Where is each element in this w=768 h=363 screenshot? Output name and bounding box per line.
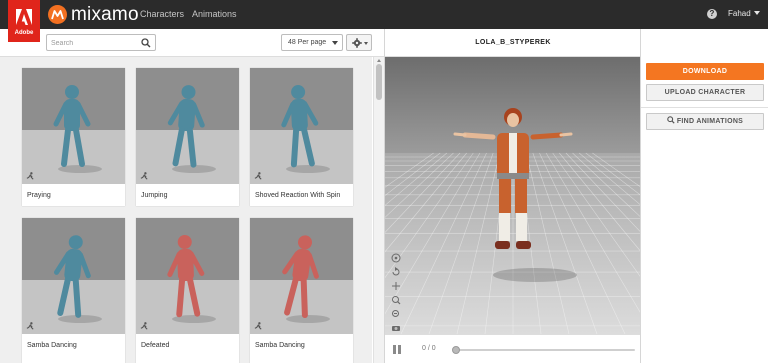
download-button[interactable]: DOWNLOAD bbox=[646, 63, 764, 80]
divider bbox=[641, 107, 768, 108]
running-figure-icon bbox=[140, 322, 148, 330]
animation-card[interactable]: Praying bbox=[22, 68, 125, 206]
playback-bar: 0 / 0 bbox=[385, 334, 641, 363]
zoom-out-icon[interactable] bbox=[391, 309, 401, 319]
animation-name: Praying bbox=[27, 192, 51, 199]
gamepad-icon[interactable] bbox=[391, 253, 401, 263]
running-figure-icon bbox=[254, 172, 262, 180]
animation-thumbnail[interactable] bbox=[22, 218, 125, 334]
mixamo-logo-icon[interactable] bbox=[48, 5, 67, 24]
user-menu[interactable]: Fahad bbox=[728, 9, 760, 18]
scrollbar-thumb[interactable] bbox=[376, 64, 382, 100]
animation-card[interactable]: Defeated bbox=[136, 218, 239, 363]
settings-dropdown-button[interactable] bbox=[346, 34, 372, 51]
animation-thumbnail[interactable] bbox=[250, 68, 353, 184]
upload-character-button[interactable]: UPLOAD CHARACTER bbox=[646, 84, 764, 101]
running-figure-icon bbox=[140, 172, 148, 180]
timeline-track[interactable] bbox=[455, 349, 635, 351]
camera-icon[interactable] bbox=[391, 323, 401, 333]
running-figure-icon bbox=[26, 322, 34, 330]
pause-button[interactable] bbox=[393, 345, 401, 354]
chevron-down-icon bbox=[364, 42, 368, 45]
animation-name: Samba Dancing bbox=[27, 342, 77, 349]
per-page-select[interactable]: 48 Per page bbox=[281, 34, 343, 51]
adobe-logo[interactable]: Adobe bbox=[8, 0, 40, 42]
running-figure-icon bbox=[254, 322, 262, 330]
scroll-up-arrow-icon[interactable] bbox=[377, 59, 381, 62]
top-bar: Adobe mixamo Characters Animations ? Fah… bbox=[0, 0, 768, 42]
browser-toolbar: 48 Per page bbox=[0, 29, 384, 57]
animation-thumbnail[interactable] bbox=[136, 218, 239, 334]
gear-icon bbox=[352, 38, 362, 48]
animation-name: Samba Dancing bbox=[255, 342, 305, 349]
animation-name: Shoved Reaction With Spin bbox=[255, 192, 341, 199]
find-animations-label: FIND ANIMATIONS bbox=[676, 118, 744, 125]
animation-thumbnail[interactable] bbox=[250, 218, 353, 334]
zoom-in-icon[interactable] bbox=[391, 295, 401, 305]
stage-scene bbox=[385, 57, 641, 334]
character-name: LOLA_B_STYPEREK bbox=[385, 29, 641, 57]
find-animations-button[interactable]: FIND ANIMATIONS bbox=[646, 113, 764, 130]
help-icon[interactable]: ? bbox=[707, 9, 717, 19]
animation-card[interactable]: Samba Dancing bbox=[250, 218, 353, 363]
search-icon bbox=[667, 116, 675, 124]
animation-browser: 48 Per page Praying Jumping Shoved Reactio… bbox=[0, 29, 384, 363]
animation-thumbnail[interactable] bbox=[136, 68, 239, 184]
rotate-icon[interactable] bbox=[391, 267, 401, 277]
actions-panel: DOWNLOAD UPLOAD CHARACTER FIND ANIMATION… bbox=[640, 29, 768, 363]
animation-card[interactable]: Samba Dancing bbox=[22, 218, 125, 363]
chevron-down-icon bbox=[332, 41, 338, 45]
search-box bbox=[46, 34, 156, 51]
chevron-down-icon bbox=[753, 11, 760, 15]
timeline-scrubber[interactable] bbox=[452, 346, 460, 354]
move-icon[interactable] bbox=[391, 281, 401, 291]
brand-name[interactable]: mixamo bbox=[71, 4, 139, 26]
3d-stage[interactable] bbox=[385, 57, 641, 334]
animation-name: Jumping bbox=[141, 192, 168, 199]
running-figure-icon bbox=[26, 172, 34, 180]
nav-characters[interactable]: Characters bbox=[140, 9, 184, 19]
pause-icon bbox=[393, 345, 396, 354]
search-icon[interactable] bbox=[141, 38, 151, 48]
animation-thumbnail[interactable] bbox=[22, 68, 125, 184]
search-input[interactable] bbox=[51, 37, 135, 49]
adobe-wordmark: Adobe bbox=[14, 30, 34, 36]
grid-scrollbar[interactable] bbox=[373, 57, 384, 363]
frame-counter: 0 / 0 bbox=[422, 345, 436, 352]
animation-card[interactable]: Shoved Reaction With Spin bbox=[250, 68, 353, 206]
animation-name: Defeated bbox=[141, 342, 170, 349]
per-page-value: 48 Per page bbox=[288, 39, 327, 46]
user-name: Fahad bbox=[728, 9, 751, 18]
nav-animations[interactable]: Animations bbox=[192, 9, 237, 19]
animation-grid: Praying Jumping Shoved Reaction With Spin S… bbox=[0, 57, 372, 363]
animation-card[interactable]: Jumping bbox=[136, 68, 239, 206]
character-viewer: LOLA_B_STYPEREK 0 / 0 bbox=[384, 29, 641, 363]
adobe-a-icon bbox=[16, 9, 32, 25]
